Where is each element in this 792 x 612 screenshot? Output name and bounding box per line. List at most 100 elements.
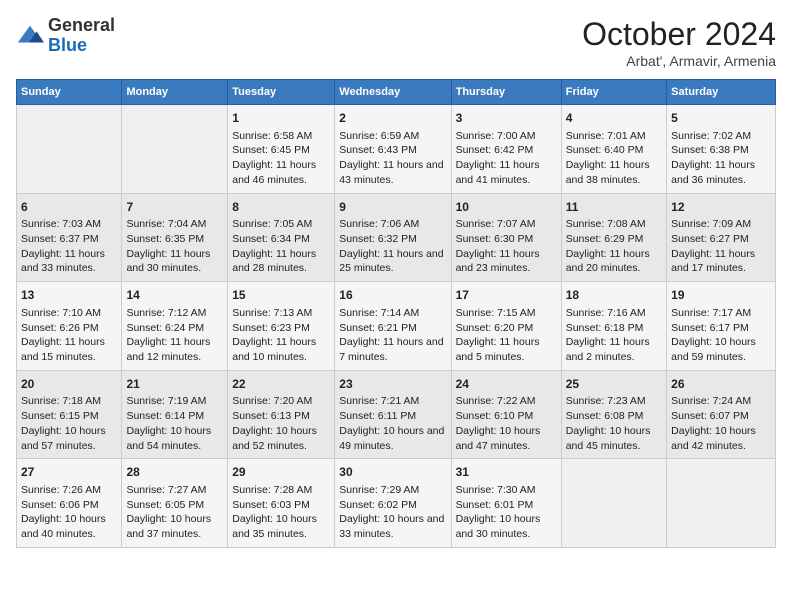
- day-number: 11: [566, 199, 662, 216]
- daylight-text: Daylight: 10 hours and 59 minutes.: [671, 336, 756, 363]
- daylight-text: Daylight: 11 hours and 5 minutes.: [456, 336, 540, 363]
- calendar-cell: 9Sunrise: 7:06 AMSunset: 6:32 PMDaylight…: [335, 193, 451, 282]
- calendar-cell: 17 Sunrise: 7:15 AM Sunset: 6:20 PM Dayligh…: [451, 282, 561, 371]
- week-row-4: 20Sunrise: 7:18 AMSunset: 6:15 PMDayligh…: [17, 370, 776, 459]
- calendar-cell: [17, 105, 122, 194]
- day-number: 14: [126, 287, 223, 304]
- day-number: 26: [671, 376, 771, 393]
- sunset-text: Sunset: 6:01 PM: [456, 499, 534, 511]
- calendar-cell: 28 Sunrise: 7:27 AM Sunset: 6:05 PM Dayligh…: [122, 459, 228, 548]
- calendar-cell: 26Sunrise: 7:24 AMSunset: 6:07 PMDayligh…: [667, 370, 776, 459]
- sunrise-text: Sunrise: 7:10 AM: [21, 307, 101, 319]
- daylight-text: Daylight: 10 hours and 54 minutes.: [126, 425, 211, 452]
- logo-text: General Blue: [48, 16, 115, 56]
- day-number: 9: [339, 199, 446, 216]
- day-number: 29: [232, 464, 330, 481]
- weekday-header-friday: Friday: [561, 80, 666, 105]
- daylight-text: Daylight: 10 hours and 57 minutes.: [21, 425, 106, 452]
- calendar-cell: [122, 105, 228, 194]
- sunrise-text: Sunrise: 6:58 AM: [232, 130, 312, 142]
- sunrise-text: Sunrise: 7:28 AM: [232, 484, 312, 496]
- day-number: 16: [339, 287, 446, 304]
- calendar-cell: 29 Sunrise: 7:28 AM Sunset: 6:03 PM Dayligh…: [228, 459, 335, 548]
- daylight-text: Daylight: 10 hours and 52 minutes.: [232, 425, 317, 452]
- weekday-header-sunday: Sunday: [17, 80, 122, 105]
- calendar-cell: 18Sunrise: 7:16 AMSunset: 6:18 PMDayligh…: [561, 282, 666, 371]
- sunset-text: Sunset: 6:29 PM: [566, 233, 644, 245]
- daylight-text: Daylight: 11 hours and 7 minutes.: [339, 336, 443, 363]
- calendar-cell: 10Sunrise: 7:07 AMSunset: 6:30 PMDayligh…: [451, 193, 561, 282]
- daylight-text: Daylight: 11 hours and 43 minutes.: [339, 159, 443, 186]
- weekday-header-wednesday: Wednesday: [335, 80, 451, 105]
- sunrise-text: Sunrise: 7:03 AM: [21, 218, 101, 230]
- daylight-text: Daylight: 10 hours and 33 minutes.: [339, 513, 444, 540]
- sunset-text: Sunset: 6:26 PM: [21, 322, 99, 334]
- sunset-text: Sunset: 6:03 PM: [232, 499, 310, 511]
- daylight-text: Daylight: 10 hours and 45 minutes.: [566, 425, 651, 452]
- daylight-text: Daylight: 10 hours and 35 minutes.: [232, 513, 317, 540]
- sunrise-text: Sunrise: 7:07 AM: [456, 218, 536, 230]
- daylight-text: Daylight: 11 hours and 2 minutes.: [566, 336, 650, 363]
- daylight-text: Daylight: 11 hours and 23 minutes.: [456, 248, 540, 275]
- sunset-text: Sunset: 6:06 PM: [21, 499, 99, 511]
- week-row-3: 13 Sunrise: 7:10 AM Sunset: 6:26 PM Dayligh…: [17, 282, 776, 371]
- daylight-text: Daylight: 10 hours and 40 minutes.: [21, 513, 106, 540]
- daylight-text: Daylight: 10 hours and 37 minutes.: [126, 513, 211, 540]
- day-number: 13: [21, 287, 117, 304]
- calendar-cell: 3Sunrise: 7:00 AMSunset: 6:42 PMDaylight…: [451, 105, 561, 194]
- day-number: 22: [232, 376, 330, 393]
- day-number: 3: [456, 110, 557, 127]
- daylight-text: Daylight: 11 hours and 25 minutes.: [339, 248, 443, 275]
- day-number: 17: [456, 287, 557, 304]
- daylight-text: Daylight: 11 hours and 20 minutes.: [566, 248, 650, 275]
- daylight-text: Daylight: 11 hours and 10 minutes.: [232, 336, 316, 363]
- daylight-text: Daylight: 10 hours and 30 minutes.: [456, 513, 541, 540]
- sunrise-text: Sunrise: 7:05 AM: [232, 218, 312, 230]
- calendar-cell: 22Sunrise: 7:20 AMSunset: 6:13 PMDayligh…: [228, 370, 335, 459]
- daylight-text: Daylight: 10 hours and 42 minutes.: [671, 425, 756, 452]
- daylight-text: Daylight: 11 hours and 15 minutes.: [21, 336, 105, 363]
- sunrise-text: Sunrise: 7:30 AM: [456, 484, 536, 496]
- calendar-cell: 1Sunrise: 6:58 AMSunset: 6:45 PMDaylight…: [228, 105, 335, 194]
- day-number: 27: [21, 464, 117, 481]
- calendar-cell: 15Sunrise: 7:13 AMSunset: 6:23 PMDayligh…: [228, 282, 335, 371]
- sunrise-text: Sunrise: 7:20 AM: [232, 395, 312, 407]
- sunrise-text: Sunrise: 7:09 AM: [671, 218, 751, 230]
- sunrise-text: Sunrise: 7:24 AM: [671, 395, 751, 407]
- sunset-text: Sunset: 6:18 PM: [566, 322, 644, 334]
- calendar-cell: 12Sunrise: 7:09 AMSunset: 6:27 PMDayligh…: [667, 193, 776, 282]
- day-number: 19: [671, 287, 771, 304]
- sunrise-text: Sunrise: 7:15 AM: [456, 307, 536, 319]
- day-number: 30: [339, 464, 446, 481]
- day-number: 31: [456, 464, 557, 481]
- sunrise-text: Sunrise: 7:27 AM: [126, 484, 206, 496]
- calendar-cell: 25Sunrise: 7:23 AMSunset: 6:08 PMDayligh…: [561, 370, 666, 459]
- sunset-text: Sunset: 6:23 PM: [232, 322, 310, 334]
- sunset-text: Sunset: 6:17 PM: [671, 322, 749, 334]
- sunset-text: Sunset: 6:05 PM: [126, 499, 204, 511]
- day-number: 12: [671, 199, 771, 216]
- sunset-text: Sunset: 6:08 PM: [566, 410, 644, 422]
- sunset-text: Sunset: 6:11 PM: [339, 410, 416, 422]
- sunset-text: Sunset: 6:34 PM: [232, 233, 310, 245]
- sunset-text: Sunset: 6:40 PM: [566, 144, 644, 156]
- day-number: 7: [126, 199, 223, 216]
- day-number: 28: [126, 464, 223, 481]
- calendar-cell: 21Sunrise: 7:19 AMSunset: 6:14 PMDayligh…: [122, 370, 228, 459]
- sunrise-text: Sunrise: 7:19 AM: [126, 395, 206, 407]
- logo-icon: [16, 22, 44, 50]
- sunrise-text: Sunrise: 7:29 AM: [339, 484, 419, 496]
- page-header: General Blue October 2024 Arbat', Armavi…: [16, 16, 776, 69]
- calendar-cell: 16Sunrise: 7:14 AMSunset: 6:21 PMDayligh…: [335, 282, 451, 371]
- sunset-text: Sunset: 6:45 PM: [232, 144, 310, 156]
- sunset-text: Sunset: 6:20 PM: [456, 322, 534, 334]
- calendar-cell: 2Sunrise: 6:59 AMSunset: 6:43 PMDaylight…: [335, 105, 451, 194]
- logo: General Blue: [16, 16, 115, 56]
- calendar-cell: 24Sunrise: 7:22 AMSunset: 6:10 PMDayligh…: [451, 370, 561, 459]
- calendar-cell: 31 Sunrise: 7:30 AM Sunset: 6:01 PM Dayligh…: [451, 459, 561, 548]
- weekday-header-monday: Monday: [122, 80, 228, 105]
- sunrise-text: Sunrise: 7:23 AM: [566, 395, 646, 407]
- daylight-text: Daylight: 11 hours and 33 minutes.: [21, 248, 105, 275]
- sunset-text: Sunset: 6:15 PM: [21, 410, 99, 422]
- daylight-text: Daylight: 11 hours and 30 minutes.: [126, 248, 210, 275]
